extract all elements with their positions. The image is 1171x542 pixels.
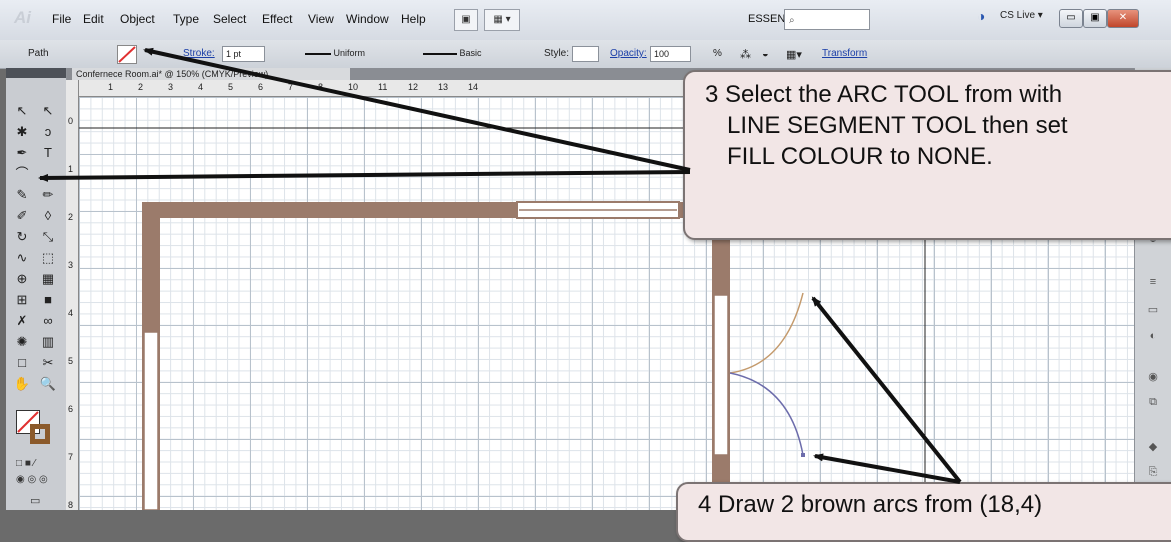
callout3-line2: LINE SEGMENT TOOL then set xyxy=(727,112,1068,139)
callout3-line3: FILL COLOUR to NONE. xyxy=(727,143,993,170)
gradient-panel-icon[interactable]: ▭ xyxy=(1146,303,1160,316)
stroke-panel-icon[interactable]: ≡ xyxy=(1146,276,1160,288)
callout4-line1: 4 Draw 2 brown arcs from (18,4) xyxy=(698,491,1043,518)
artboards-panel-icon[interactable]: ⎘ xyxy=(1146,466,1160,478)
instruction-callout-4: 4 Draw 2 brown arcs from (18,4) xyxy=(676,482,1171,542)
graphic-styles-panel-icon[interactable]: ⧉ xyxy=(1146,396,1160,408)
door-opening[interactable] xyxy=(713,294,729,456)
left-window[interactable] xyxy=(143,331,159,510)
brown-arc-upper[interactable] xyxy=(729,292,804,374)
callout3-line1: 3 Select the ARC TOOL from with xyxy=(705,81,1063,108)
appearance-panel-icon[interactable]: ◉ xyxy=(1146,370,1160,383)
selected-arc-lower[interactable] xyxy=(729,372,804,456)
instruction-callout-3: 3 Select the ARC TOOL from with LINE SEG… xyxy=(683,70,1171,240)
layers-panel-icon[interactable]: ◆ xyxy=(1146,440,1160,453)
anchor-point[interactable] xyxy=(801,453,805,457)
transparency-panel-icon[interactable]: ◐ xyxy=(1146,330,1160,342)
